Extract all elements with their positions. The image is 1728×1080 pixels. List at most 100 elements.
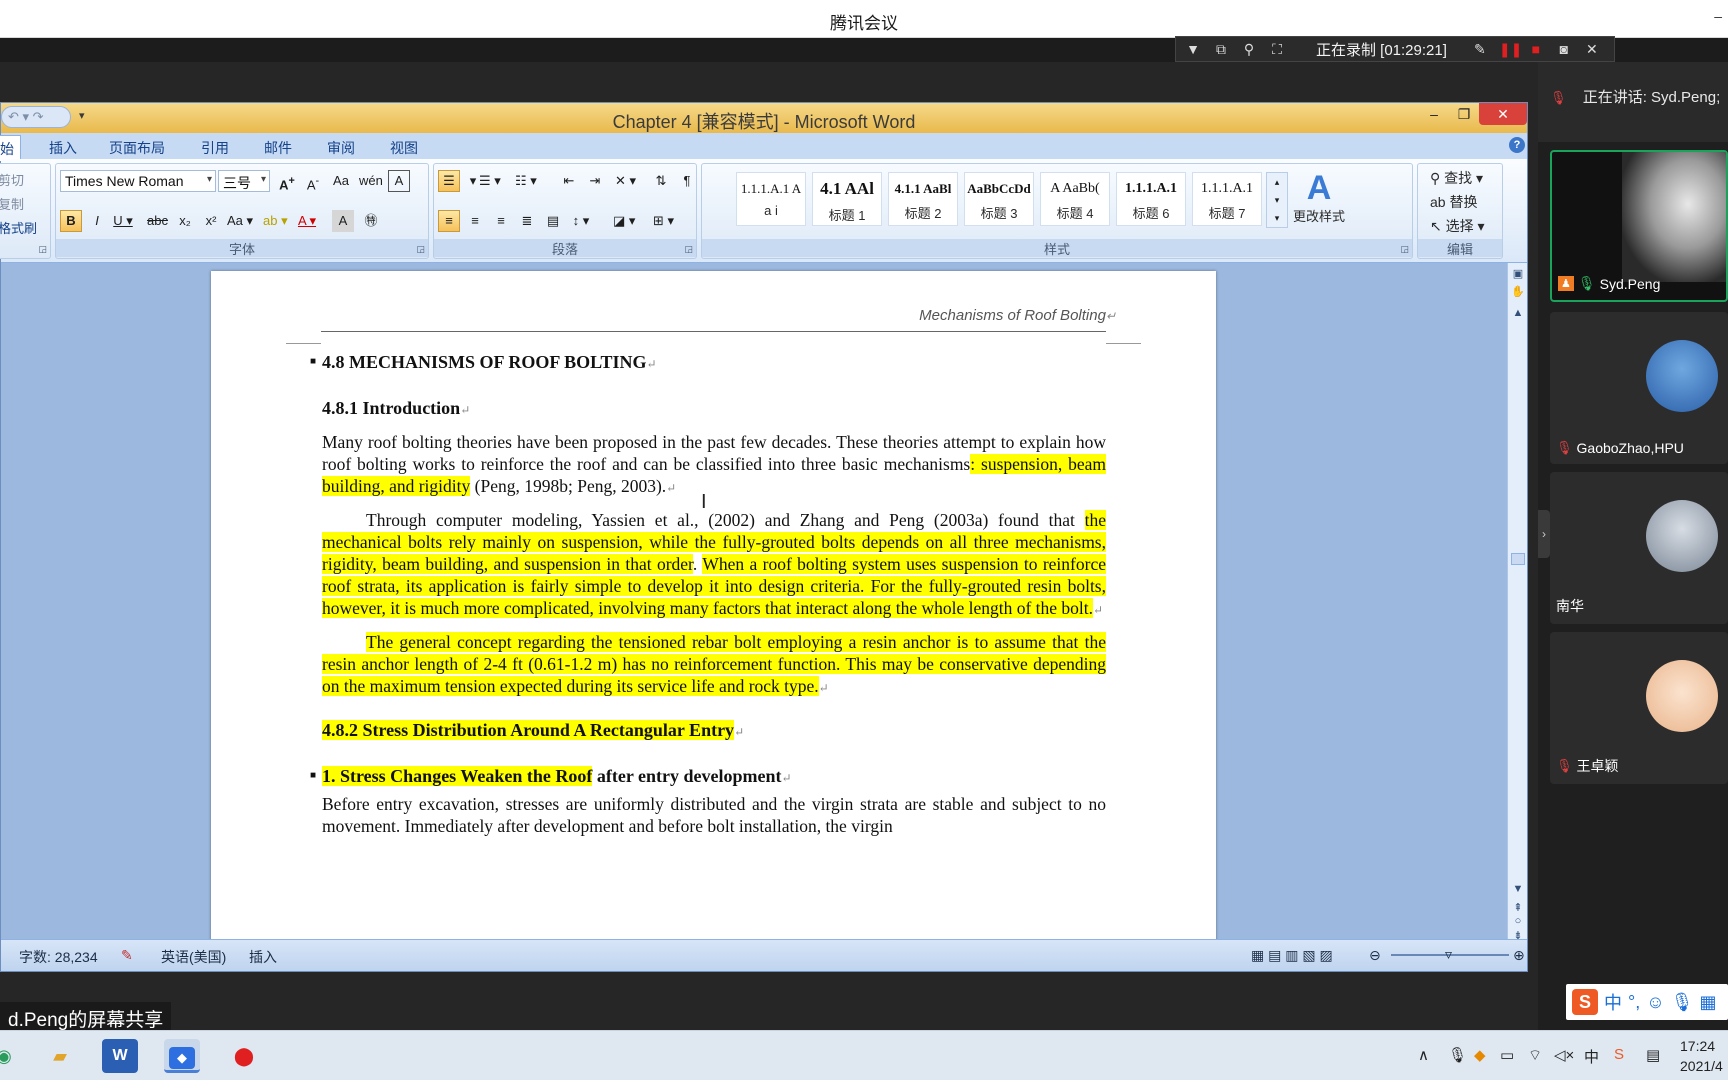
decrease-indent-button[interactable]: ⇤: [558, 170, 580, 192]
highlight-color-button[interactable]: ab ▾: [262, 210, 289, 232]
recorder-icon[interactable]: ⬤: [226, 1039, 262, 1073]
prev-page-icon[interactable]: ⇞: [1511, 901, 1525, 914]
close-icon[interactable]: ✕: [1583, 41, 1601, 58]
superscript-button[interactable]: x²: [200, 210, 222, 232]
ruler-toggle-icon[interactable]: ▣: [1511, 267, 1525, 280]
document-page[interactable]: Mechanisms of Roof Bolting↵ ■ 4.8 MECHAN…: [211, 271, 1216, 941]
shrink-font-icon[interactable]: A-: [302, 170, 324, 192]
paragraph-launcher-icon[interactable]: ◲: [684, 244, 693, 255]
word-icon[interactable]: W: [102, 1039, 138, 1073]
wifi-icon[interactable]: ⌔: [1528, 1046, 1542, 1065]
font-color-button[interactable]: A ▾: [296, 210, 318, 232]
pause-icon[interactable]: ❚❚: [1499, 41, 1522, 58]
style-heading-1[interactable]: 4.1 AAl 标题 1: [812, 172, 882, 226]
tab-mailings[interactable]: 邮件: [264, 138, 292, 158]
font-launcher-icon[interactable]: ◲: [416, 244, 425, 255]
chevron-down-icon[interactable]: ▼: [1184, 41, 1202, 57]
input-method-icon[interactable]: 中: [1584, 1046, 1599, 1067]
distributed-button[interactable]: ▤: [542, 210, 564, 232]
multilevel-list-button[interactable]: ☷ ▾: [514, 170, 538, 192]
zoom-out-icon[interactable]: ⊖: [1369, 947, 1381, 964]
help-icon[interactable]: ?: [1509, 137, 1525, 153]
align-center-button[interactable]: ≡: [464, 210, 486, 232]
document-body[interactable]: ■ 4.8 MECHANISMS OF ROOF BOLTING↵ 4.8.1 …: [310, 351, 1106, 837]
clock[interactable]: 17:24 2021/4: [1680, 1036, 1728, 1076]
fullscreen-icon[interactable]: ⛶: [1268, 41, 1286, 58]
word-restore-icon[interactable]: ❐: [1449, 103, 1479, 125]
panel-collapse-icon[interactable]: ›: [1538, 510, 1550, 558]
copy-button[interactable]: 复制: [0, 194, 24, 213]
italic-button[interactable]: I: [86, 210, 108, 232]
justify-button[interactable]: ≣: [516, 210, 538, 232]
tab-page-layout[interactable]: 页面布局: [109, 138, 165, 158]
toolbox-icon[interactable]: ▦: [1699, 992, 1716, 1013]
camera-icon[interactable]: ◙: [1555, 41, 1573, 57]
styles-launcher-icon[interactable]: ◲: [1400, 244, 1409, 255]
scroll-down-icon[interactable]: ▼: [1511, 883, 1525, 895]
tencent-meeting-icon[interactable]: ◆: [164, 1039, 200, 1073]
word-minimize-icon[interactable]: –: [1419, 103, 1449, 125]
style-heading-6[interactable]: 1.1.1.A.1 标题 6: [1116, 172, 1186, 226]
find-button[interactable]: ⚲ 查找 ▾: [1430, 168, 1483, 188]
phonetic-guide-icon[interactable]: wén: [358, 170, 384, 192]
bold-button[interactable]: B: [60, 210, 82, 232]
sogou-tray-icon[interactable]: S: [1614, 1046, 1624, 1063]
line-spacing-button[interactable]: ↕ ▾: [570, 210, 592, 232]
style-heading-7[interactable]: 1.1.1.A.1 标题 7: [1192, 172, 1262, 226]
tab-view[interactable]: 视图: [390, 138, 418, 158]
volume-icon[interactable]: ◁×: [1554, 1046, 1574, 1064]
sort-button[interactable]: ⇅: [650, 170, 672, 192]
window-icon[interactable]: ⧉: [1212, 41, 1230, 58]
align-right-button[interactable]: ≡: [490, 210, 512, 232]
font-name-select[interactable]: Times New Roman ▾: [60, 170, 216, 192]
tab-references[interactable]: 引用: [201, 138, 229, 158]
style-heading-2[interactable]: 4.1.1 AaBl 标题 2: [888, 172, 958, 226]
punctuation-icon[interactable]: °,: [1628, 992, 1640, 1013]
clear-format-icon[interactable]: Aa: [330, 170, 352, 192]
voice-input-icon[interactable]: 🎙: [1671, 992, 1694, 1013]
pan-icon[interactable]: ✋: [1511, 285, 1525, 298]
file-explorer-icon[interactable]: ▰: [42, 1039, 78, 1073]
emoji-icon[interactable]: ☺: [1646, 992, 1664, 1013]
replace-button[interactable]: ab 替换: [1430, 192, 1477, 212]
edge-icon[interactable]: ◉: [0, 1039, 22, 1073]
change-case-button[interactable]: Aa ▾: [226, 210, 254, 232]
participant-tile[interactable]: 南华: [1550, 472, 1728, 624]
enclose-char-icon[interactable]: ㊕: [360, 210, 382, 232]
style-a-i[interactable]: 1.1.1.A.1 A a i: [736, 172, 806, 226]
tab-review[interactable]: 审阅: [327, 138, 355, 158]
pencil-icon[interactable]: ✎: [1471, 41, 1489, 58]
search-icon[interactable]: ⚲: [1240, 41, 1258, 58]
minimize-icon[interactable]: –: [1714, 8, 1722, 24]
word-count[interactable]: 字数: 28,234: [19, 947, 98, 967]
clipboard-launcher-icon[interactable]: ◲: [38, 244, 47, 255]
cut-button[interactable]: 剪切: [0, 170, 24, 189]
scroll-thumb[interactable]: [1511, 553, 1525, 565]
scroll-up-icon[interactable]: ▲: [1511, 307, 1525, 319]
underline-button[interactable]: U ▾: [112, 210, 134, 232]
change-styles-button[interactable]: A 更改样式: [1284, 170, 1354, 225]
tab-home[interactable]: 始: [0, 135, 21, 161]
battery-icon[interactable]: ▭: [1500, 1046, 1514, 1064]
align-left-button[interactable]: ≡: [438, 210, 460, 232]
char-shading-icon[interactable]: A: [332, 210, 354, 232]
format-painter-button[interactable]: 格式刷: [0, 218, 37, 237]
grow-font-icon[interactable]: A+: [276, 170, 298, 192]
microphone-icon[interactable]: 🎙: [1448, 1046, 1467, 1064]
stop-icon[interactable]: ■: [1527, 41, 1545, 57]
borders-button[interactable]: ⊞ ▾: [652, 210, 675, 232]
tray-expand-icon[interactable]: ∧: [1418, 1046, 1429, 1064]
participant-tile-video[interactable]: ♟ 🎙 Syd.Peng: [1550, 150, 1728, 302]
ime-mode-icon[interactable]: 中: [1604, 989, 1622, 1015]
zoom-slider-thumb[interactable]: ▿: [1445, 946, 1452, 963]
vertical-scrollbar[interactable]: ▣ ✋ ▲ ▼ ⇞ ○ ⇟: [1507, 263, 1527, 942]
shading-button[interactable]: ◪ ▾: [612, 210, 636, 232]
browse-object-icon[interactable]: ○: [1511, 915, 1525, 927]
font-size-select[interactable]: 三号 ▾: [218, 170, 270, 192]
chinese-layout-button[interactable]: ✕ ▾: [614, 170, 637, 192]
increase-indent-button[interactable]: ⇥: [584, 170, 606, 192]
zoom-in-icon[interactable]: ⊕: [1513, 947, 1525, 964]
app-tray-icon[interactable]: ◆: [1474, 1046, 1486, 1064]
notification-icon[interactable]: ▤: [1646, 1046, 1660, 1064]
style-heading-4[interactable]: A AaBb( 标题 4: [1040, 172, 1110, 226]
